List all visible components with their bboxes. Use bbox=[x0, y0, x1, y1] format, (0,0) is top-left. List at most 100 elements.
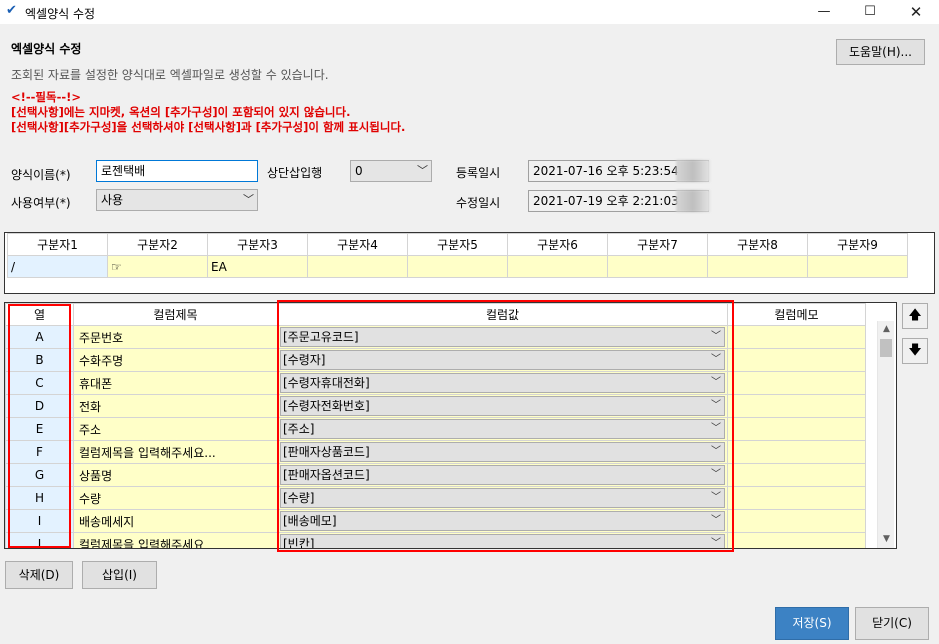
move-up-button[interactable]: 🡅 bbox=[902, 303, 928, 329]
scroll-thumb[interactable] bbox=[880, 339, 892, 357]
divider-header[interactable]: 구분자7 bbox=[607, 233, 708, 256]
col-value-select[interactable]: [판매자옵션코드] ﹀ bbox=[280, 465, 725, 485]
col-memo-cell[interactable] bbox=[727, 509, 866, 533]
help-button[interactable]: 도움말(H)... bbox=[836, 39, 925, 65]
table-row[interactable]: A 주문번호 [주문고유코드] ﹀ bbox=[5, 325, 866, 349]
divider-header[interactable]: 구분자2 bbox=[107, 233, 208, 256]
col-value-select[interactable]: [판매자상품코드] ﹀ bbox=[280, 442, 725, 462]
col-value-select[interactable]: [수령자] ﹀ bbox=[280, 350, 725, 370]
divider-cell[interactable]: / bbox=[7, 255, 108, 278]
move-down-button[interactable]: 🡇 bbox=[902, 338, 928, 364]
notice-line: <!--필독--!> bbox=[11, 90, 82, 104]
col-letter-cell[interactable]: H bbox=[5, 486, 74, 510]
chevron-down-icon: ﹀ bbox=[417, 164, 428, 177]
table-row[interactable]: I 배송메세지 [배송메모] ﹀ bbox=[5, 509, 866, 533]
divider-header[interactable]: 구분자8 bbox=[707, 233, 808, 256]
col-memo-cell[interactable] bbox=[727, 417, 866, 441]
minimize-button[interactable]: — bbox=[801, 0, 847, 24]
divider-cell[interactable] bbox=[307, 255, 408, 278]
col-letter-cell[interactable]: B bbox=[5, 348, 74, 372]
col-value-select[interactable]: [주문고유코드] ﹀ bbox=[280, 327, 725, 347]
table-row[interactable]: F 컬럼제목을 입력해주세요... [판매자상품코드] ﹀ bbox=[5, 440, 866, 464]
col-letter-cell[interactable]: D bbox=[5, 394, 74, 418]
table-row[interactable]: G 상품명 [판매자옵션코드] ﹀ bbox=[5, 463, 866, 487]
divider-cell[interactable] bbox=[707, 255, 808, 278]
col-letter-cell[interactable]: F bbox=[5, 440, 74, 464]
col-title-cell[interactable]: 상품명 bbox=[73, 463, 278, 487]
col-title-cell[interactable]: 수량 bbox=[73, 486, 278, 510]
use-status-select[interactable]: 사용 ﹀ bbox=[96, 189, 258, 211]
scroll-up-icon[interactable]: ▲ bbox=[878, 321, 895, 338]
col-title-cell[interactable]: 전화 bbox=[73, 394, 278, 418]
divider-header[interactable]: 구분자4 bbox=[307, 233, 408, 256]
table-row[interactable]: E 주소 [주소] ﹀ bbox=[5, 417, 866, 441]
chevron-down-icon: ﹀ bbox=[711, 446, 721, 457]
insert-button[interactable]: 삽입(I) bbox=[82, 561, 157, 589]
divider-header[interactable]: 구분자5 bbox=[407, 233, 508, 256]
col-title-cell[interactable]: 배송메세지 bbox=[73, 509, 278, 533]
divider-header[interactable]: 구분자3 bbox=[207, 233, 308, 256]
divider-header[interactable]: 구분자9 bbox=[807, 233, 908, 256]
close-button[interactable]: 닫기(C) bbox=[855, 607, 929, 640]
divider-cell[interactable] bbox=[407, 255, 508, 278]
col-value-cell: [주문고유코드] ﹀ bbox=[277, 325, 728, 349]
close-window-button[interactable]: ✕ bbox=[893, 0, 939, 24]
col-memo-cell[interactable] bbox=[727, 371, 866, 395]
col-value-select[interactable]: [배송메모] ﹀ bbox=[280, 511, 725, 531]
col-value-select[interactable]: [수령자전화번호] ﹀ bbox=[280, 396, 725, 416]
table-row[interactable]: C 휴대폰 [수령자휴대전화] ﹀ bbox=[5, 371, 866, 395]
table-row[interactable]: J 컬럼제목을 입력해주세요 [빈칸] ﹀ bbox=[5, 532, 866, 549]
col-memo-cell[interactable] bbox=[727, 486, 866, 510]
col-title-header[interactable]: 컬럼제목 bbox=[73, 303, 278, 326]
divider-cell[interactable] bbox=[807, 255, 908, 278]
vertical-scrollbar[interactable]: ▲ ▼ bbox=[877, 321, 894, 548]
col-value-select[interactable]: [수령자휴대전화] ﹀ bbox=[280, 373, 725, 393]
col-letter-header[interactable]: 열 bbox=[5, 303, 74, 326]
divider-cell[interactable] bbox=[607, 255, 708, 278]
divider-header[interactable]: 구분자6 bbox=[507, 233, 608, 256]
col-memo-cell[interactable] bbox=[727, 325, 866, 349]
col-memo-header[interactable]: 컬럼메모 bbox=[727, 303, 866, 326]
top-rows-select[interactable]: 0 ﹀ bbox=[350, 160, 432, 182]
col-value-select[interactable]: [주소] ﹀ bbox=[280, 419, 725, 439]
delete-button[interactable]: 삭제(D) bbox=[5, 561, 73, 589]
col-letter-cell[interactable]: J bbox=[5, 532, 74, 548]
col-memo-cell[interactable] bbox=[727, 440, 866, 464]
scroll-down-icon[interactable]: ▼ bbox=[878, 531, 895, 548]
col-letter-cell[interactable]: C bbox=[5, 371, 74, 395]
table-row[interactable]: D 전화 [수령자전화번호] ﹀ bbox=[5, 394, 866, 418]
divider-cell[interactable]: ☞ bbox=[107, 255, 208, 278]
col-memo-cell[interactable] bbox=[727, 348, 866, 372]
divider-header[interactable]: 구분자1 bbox=[7, 233, 108, 256]
divider-cell[interactable] bbox=[507, 255, 608, 278]
col-memo-cell[interactable] bbox=[727, 394, 866, 418]
col-title-cell[interactable]: 수화주명 bbox=[73, 348, 278, 372]
divider-value-row: / ☞ EA bbox=[7, 255, 908, 278]
col-letter-cell[interactable]: G bbox=[5, 463, 74, 487]
col-value-cell: [수령자전화번호] ﹀ bbox=[277, 394, 728, 418]
col-value-select[interactable]: [수량] ﹀ bbox=[280, 488, 725, 508]
table-row[interactable]: B 수화주명 [수령자] ﹀ bbox=[5, 348, 866, 372]
top-rows-value: 0 bbox=[355, 164, 363, 178]
col-value-text: [주소] bbox=[283, 422, 315, 436]
table-row[interactable]: H 수량 [수량] ﹀ bbox=[5, 486, 866, 510]
col-title-cell[interactable]: 컬럼제목을 입력해주세요 bbox=[73, 532, 278, 548]
save-button[interactable]: 저장(S) bbox=[775, 607, 849, 640]
col-letter-cell[interactable]: E bbox=[5, 417, 74, 441]
col-value-select[interactable]: [빈칸] ﹀ bbox=[280, 534, 725, 549]
col-memo-cell[interactable] bbox=[727, 532, 866, 548]
col-title-cell[interactable]: 휴대폰 bbox=[73, 371, 278, 395]
col-memo-cell[interactable] bbox=[727, 463, 866, 487]
maximize-button[interactable]: ☐ bbox=[847, 0, 893, 24]
col-value-header[interactable]: 컬럼값 bbox=[277, 303, 728, 326]
divider-cell[interactable]: EA bbox=[207, 255, 308, 278]
chevron-down-icon: ﹀ bbox=[711, 538, 721, 549]
col-letter-cell[interactable]: I bbox=[5, 509, 74, 533]
col-title-cell[interactable]: 컬럼제목을 입력해주세요... bbox=[73, 440, 278, 464]
col-value-cell: [주소] ﹀ bbox=[277, 417, 728, 441]
col-value-text: [배송메모] bbox=[283, 514, 337, 528]
template-name-input[interactable]: 로젠택배 bbox=[96, 160, 258, 182]
col-title-cell[interactable]: 주문번호 bbox=[73, 325, 278, 349]
col-letter-cell[interactable]: A bbox=[5, 325, 74, 349]
col-title-cell[interactable]: 주소 bbox=[73, 417, 278, 441]
